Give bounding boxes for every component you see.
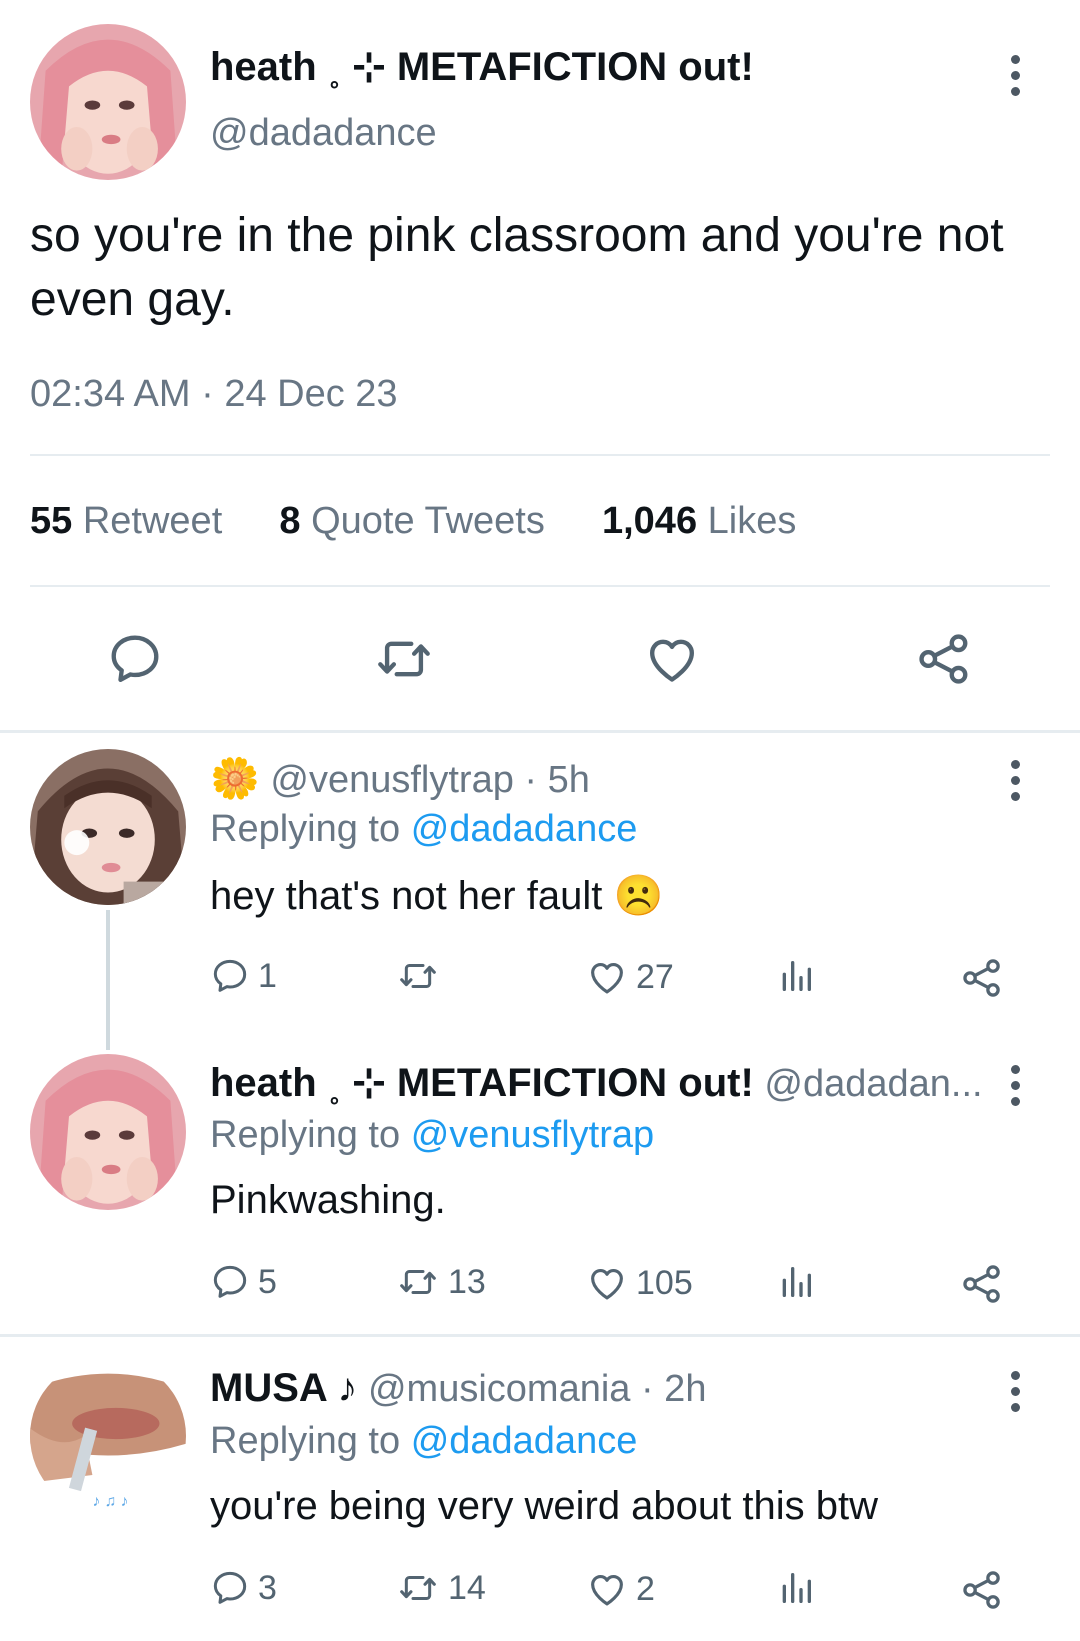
- replying-to-link[interactable]: @dadadance: [411, 1420, 638, 1462]
- tweet-stats: 55 Retweet 8 Quote Tweets 1,046 Likes: [30, 500, 796, 543]
- tweet-text: so you're in the pink classroom and you'…: [30, 209, 1004, 326]
- quotes-stat[interactable]: 8 Quote Tweets: [279, 500, 544, 542]
- reply-text: you're being very weird about this btw: [210, 1484, 878, 1528]
- reply-button[interactable]: 5: [210, 1262, 277, 1302]
- analytics-icon[interactable]: [776, 956, 816, 996]
- flower-emoji-icon: 🌼: [210, 757, 260, 801]
- reply-button[interactable]: 1: [210, 956, 277, 996]
- replying-to: Replying to @venusflytrap: [210, 1114, 654, 1157]
- reply-avatar[interactable]: ♪ ♫ ♪: [30, 1358, 186, 1514]
- like-button[interactable]: 2: [586, 1568, 655, 1610]
- reply-text: Pinkwashing.: [210, 1178, 446, 1222]
- reply-button[interactable]: 3: [210, 1568, 277, 1608]
- reply-author-name[interactable]: heath ˳ ⊹ METAFICTION out!: [210, 1061, 754, 1105]
- retweet-button[interactable]: 13: [396, 1262, 486, 1302]
- reply-count: 1: [258, 956, 277, 995]
- share-icon[interactable]: [960, 1568, 1004, 1612]
- sad-face-emoji-icon: ☹️: [613, 874, 664, 918]
- divider: [30, 585, 1050, 587]
- section-divider: [0, 730, 1080, 733]
- reply-icon[interactable]: [106, 630, 164, 688]
- reply-avatar[interactable]: [30, 1054, 186, 1210]
- avatar-image: [30, 24, 186, 180]
- more-options-icon[interactable]: [1007, 760, 1023, 801]
- avatar-image: [30, 1054, 186, 1210]
- share-icon[interactable]: [960, 956, 1004, 1000]
- replying-to-link[interactable]: @venusflytrap: [411, 1114, 654, 1156]
- retweets-label: Retweet: [82, 500, 223, 542]
- more-options-icon[interactable]: [1007, 1371, 1023, 1412]
- avatar-image: ♪ ♫ ♪: [30, 1358, 186, 1514]
- retweet-count: 14: [448, 1568, 486, 1607]
- author-handle[interactable]: @dadadance: [210, 112, 437, 155]
- replying-to: Replying to @dadadance: [210, 808, 637, 851]
- share-icon[interactable]: [960, 1262, 1004, 1306]
- like-button[interactable]: 105: [586, 1262, 693, 1304]
- reply-header: heath ˳ ⊹ METAFICTION out! @dadadan...: [210, 1060, 983, 1106]
- reply-text: hey that's not her fault ☹️: [210, 872, 663, 919]
- reply-time: · 2h: [640, 1368, 707, 1410]
- more-options-icon[interactable]: [1007, 1065, 1023, 1106]
- replying-prefix: Replying to: [210, 1114, 401, 1156]
- retweet-button[interactable]: [396, 956, 448, 996]
- like-count: 105: [636, 1263, 693, 1302]
- like-button[interactable]: 27: [586, 956, 674, 998]
- reply-avatar[interactable]: [30, 749, 186, 905]
- reply-handle[interactable]: @dadadan...: [764, 1063, 982, 1105]
- analytics-icon[interactable]: [776, 1568, 816, 1608]
- like-count: 2: [636, 1569, 655, 1608]
- replying-prefix: Replying to: [210, 808, 401, 850]
- retweets-count: 55: [30, 500, 73, 542]
- likes-label: Likes: [707, 500, 797, 542]
- likes-stat[interactable]: 1,046 Likes: [602, 500, 796, 542]
- like-count: 27: [636, 957, 674, 996]
- share-icon[interactable]: [915, 630, 973, 688]
- retweet-icon[interactable]: [372, 630, 436, 688]
- replying-to: Replying to @dadadance: [210, 1420, 637, 1463]
- author-name[interactable]: heath ˳ ⊹ METAFICTION out!: [210, 44, 754, 90]
- thread-line: [106, 910, 110, 1050]
- avatar-image: [30, 749, 186, 905]
- reply-handle[interactable]: @venusflytrap: [270, 759, 513, 801]
- reply-count: 3: [258, 1568, 277, 1607]
- tweet-timestamp: 02:34 AM · 24 Dec 23: [30, 373, 398, 415]
- replying-to-link[interactable]: @dadadance: [411, 808, 638, 850]
- likes-count: 1,046: [601, 500, 698, 542]
- analytics-icon[interactable]: [776, 1262, 816, 1302]
- more-options-icon[interactable]: [1007, 55, 1023, 96]
- replying-prefix: Replying to: [210, 1420, 401, 1462]
- section-divider: [0, 1334, 1080, 1337]
- quotes-label: Quote Tweets: [311, 500, 545, 542]
- divider: [30, 454, 1050, 456]
- reply-handle[interactable]: @musicomania: [368, 1368, 630, 1410]
- like-icon[interactable]: [643, 630, 701, 688]
- reply-time: · 5h: [524, 759, 590, 801]
- svg-text:♪ ♫ ♪: ♪ ♫ ♪: [92, 1493, 128, 1510]
- reply-author-name[interactable]: MUSA ♪: [210, 1366, 357, 1410]
- reply-count: 5: [258, 1262, 277, 1301]
- retweets-stat[interactable]: 55 Retweet: [30, 500, 222, 542]
- reply-text-body: hey that's not her fault: [210, 874, 603, 918]
- reply-header: 🌼 @venusflytrap · 5h: [210, 755, 590, 802]
- retweet-button[interactable]: 14: [396, 1568, 486, 1608]
- quotes-count: 8: [279, 500, 301, 542]
- retweet-count: 13: [448, 1262, 486, 1301]
- author-avatar[interactable]: [30, 24, 186, 180]
- reply-header: MUSA ♪ @musicomania · 2h: [210, 1366, 706, 1411]
